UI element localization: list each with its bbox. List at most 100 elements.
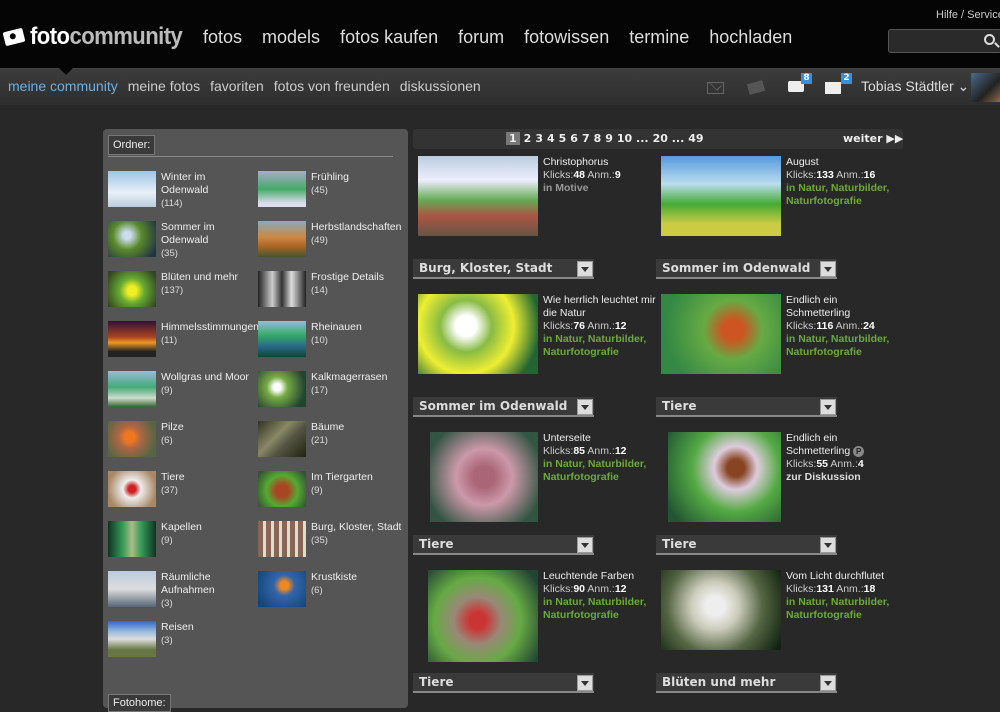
folder-item[interactable]: Sommer im Odenwald (35) bbox=[108, 221, 253, 265]
photo-category[interactable]: in Natur, Naturbilder, Naturfotografie bbox=[543, 458, 658, 484]
help-link[interactable]: Hilfe / Service bbox=[936, 9, 1000, 21]
folder-item[interactable]: Tiere (37) bbox=[108, 471, 253, 515]
folder-item[interactable]: Reisen (3) bbox=[108, 621, 253, 665]
nav-fotos-kaufen[interactable]: fotos kaufen bbox=[340, 27, 438, 48]
photo-thumbnail[interactable] bbox=[668, 432, 781, 522]
folder-item[interactable]: Blüten und mehr (137) bbox=[108, 271, 253, 315]
subnav-fotos-von-freunden[interactable]: fotos von freunden bbox=[274, 78, 390, 94]
folder-thumbnail bbox=[108, 321, 156, 357]
page-link[interactable]: 2 bbox=[524, 132, 532, 145]
photo-thumbnail[interactable] bbox=[661, 294, 781, 374]
photo-category[interactable]: in Natur, Naturbilder, Naturfotografie bbox=[786, 333, 901, 359]
chevron-down-icon[interactable] bbox=[577, 261, 593, 277]
folder-thumbnail bbox=[258, 271, 306, 307]
photo-title[interactable]: Leuchtende Farben bbox=[543, 570, 658, 583]
page-link[interactable]: 6 bbox=[570, 132, 578, 145]
photo-category[interactable]: in Natur, Naturbilder, Naturfotografie bbox=[543, 596, 658, 622]
folder-item[interactable]: Frostige Details (14) bbox=[258, 271, 403, 315]
photo-thumbnail[interactable] bbox=[428, 570, 538, 662]
folder-item[interactable]: Burg, Kloster, Stadt (35) bbox=[258, 521, 403, 565]
page-link[interactable]: 10 ... bbox=[617, 132, 649, 145]
tag-icon[interactable] bbox=[746, 80, 766, 95]
folder-item[interactable]: Wollgras und Moor (9) bbox=[108, 371, 253, 415]
page-link[interactable]: 5 bbox=[559, 132, 567, 145]
photo-title[interactable]: Endlich ein Schmetterling bbox=[786, 294, 901, 320]
pagination: 1 2 3 4 5 6 7 8 9 10 ... 20 ... 49 weite… bbox=[413, 129, 903, 149]
gift-icon[interactable] bbox=[825, 82, 841, 94]
user-menu[interactable]: Tobias Städtler ⌄ bbox=[861, 78, 969, 95]
folder-select[interactable]: Tiere bbox=[656, 535, 837, 555]
nav-termine[interactable]: termine bbox=[629, 27, 689, 48]
photo-title[interactable]: Christophorus bbox=[543, 156, 658, 169]
folder-item[interactable]: Kalkmagerrasen (17) bbox=[258, 371, 403, 415]
nav-fotos[interactable]: fotos bbox=[203, 27, 242, 48]
search-input[interactable] bbox=[888, 29, 1000, 53]
photo-thumbnail[interactable] bbox=[418, 294, 538, 374]
photo-title: Endlich ein Schmetterling P bbox=[786, 432, 901, 458]
subnav-meine-fotos[interactable]: meine fotos bbox=[128, 78, 200, 94]
mail-icon[interactable] bbox=[707, 82, 724, 94]
nav-models[interactable]: models bbox=[262, 27, 320, 48]
chevron-down-icon[interactable] bbox=[820, 675, 836, 691]
gift-count-badge: 2 bbox=[841, 73, 852, 84]
page-link[interactable]: 3 bbox=[535, 132, 543, 145]
chevron-down-icon[interactable] bbox=[820, 399, 836, 415]
photo-thumbnail[interactable] bbox=[418, 156, 538, 236]
folder-thumbnail bbox=[258, 571, 306, 607]
photo-category[interactable]: in Natur, Naturbilder, Naturfotografie bbox=[786, 182, 901, 208]
folder-select[interactable]: Sommer im Odenwald bbox=[656, 259, 837, 279]
page-link[interactable]: 8 bbox=[594, 132, 602, 145]
photo-thumbnail[interactable] bbox=[661, 156, 781, 236]
folder-thumbnail bbox=[108, 571, 156, 607]
nav-forum[interactable]: forum bbox=[458, 27, 504, 48]
folder-select[interactable]: Tiere bbox=[413, 535, 594, 555]
nav-fotowissen[interactable]: fotowissen bbox=[524, 27, 609, 48]
folder-item[interactable]: Kapellen (9) bbox=[108, 521, 253, 565]
page-link[interactable]: 1 bbox=[506, 132, 520, 145]
subnav-favoriten[interactable]: favoriten bbox=[210, 78, 264, 94]
photo-title[interactable]: Wie herrlich leuchtet mir die Natur bbox=[543, 294, 658, 320]
photo-title[interactable]: August bbox=[786, 156, 901, 169]
chevron-down-icon[interactable] bbox=[820, 261, 836, 277]
folder-item[interactable]: Bäume (21) bbox=[258, 421, 403, 465]
folder-select[interactable]: Burg, Kloster, Stadt bbox=[413, 259, 594, 279]
folder-select[interactable]: Tiere bbox=[413, 673, 594, 693]
page-link[interactable]: 7 bbox=[582, 132, 590, 145]
folder-item[interactable]: Frühling (45) bbox=[258, 171, 403, 215]
folder-item[interactable]: Pilze (6) bbox=[108, 421, 253, 465]
photo-category[interactable]: in Motive bbox=[543, 182, 658, 195]
folder-item[interactable]: Räumliche Aufnahmen (3) bbox=[108, 571, 253, 615]
chat-count-badge: 8 bbox=[801, 73, 812, 84]
search-icon[interactable] bbox=[984, 34, 995, 45]
subnav-diskussionen[interactable]: diskussionen bbox=[400, 78, 481, 94]
folder-select[interactable]: Sommer im Odenwald bbox=[413, 397, 594, 417]
folder-select[interactable]: Blüten und mehr bbox=[656, 673, 837, 693]
photo-category[interactable]: in Natur, Naturbilder, Naturfotografie bbox=[786, 596, 901, 622]
folder-item[interactable]: Winter im Odenwald (114) bbox=[108, 171, 253, 215]
chevron-down-icon[interactable] bbox=[577, 675, 593, 691]
folder-item[interactable]: Rheinauen (10) bbox=[258, 321, 403, 365]
photo-thumbnail[interactable] bbox=[430, 432, 538, 522]
chevron-down-icon[interactable] bbox=[820, 537, 836, 553]
nav-hochladen[interactable]: hochladen bbox=[709, 27, 792, 48]
next-page-button[interactable]: weiter ▶▶ bbox=[843, 132, 903, 145]
photo-title[interactable]: Vom Licht durchflutet bbox=[786, 570, 901, 583]
photo-category[interactable]: in Natur, Naturbilder, Naturfotografie bbox=[543, 333, 658, 359]
chevron-down-icon[interactable] bbox=[577, 537, 593, 553]
folder-item[interactable]: Im Tiergarten (9) bbox=[258, 471, 403, 515]
page-link[interactable]: 4 bbox=[547, 132, 555, 145]
page-link[interactable]: 9 bbox=[605, 132, 613, 145]
folder-select[interactable]: Tiere bbox=[656, 397, 837, 417]
chevron-down-icon[interactable] bbox=[577, 399, 593, 415]
avatar[interactable] bbox=[971, 73, 1000, 102]
site-logo[interactable]: fotocommunity bbox=[2, 23, 196, 50]
photo-title[interactable]: Unterseite bbox=[543, 432, 658, 445]
subnav-meine-community[interactable]: meine community bbox=[8, 78, 118, 94]
folder-item[interactable]: Himmelsstimmungen (11) bbox=[108, 321, 259, 365]
photo-category[interactable]: zur Diskussion bbox=[786, 471, 901, 484]
photo-thumbnail[interactable] bbox=[661, 570, 781, 650]
folder-item[interactable]: Herbstlandschaften (49) bbox=[258, 221, 403, 265]
page-link[interactable]: 20 ... bbox=[653, 132, 685, 145]
folder-item[interactable]: Krustkiste (6) bbox=[258, 571, 403, 615]
page-link[interactable]: 49 bbox=[688, 132, 703, 145]
